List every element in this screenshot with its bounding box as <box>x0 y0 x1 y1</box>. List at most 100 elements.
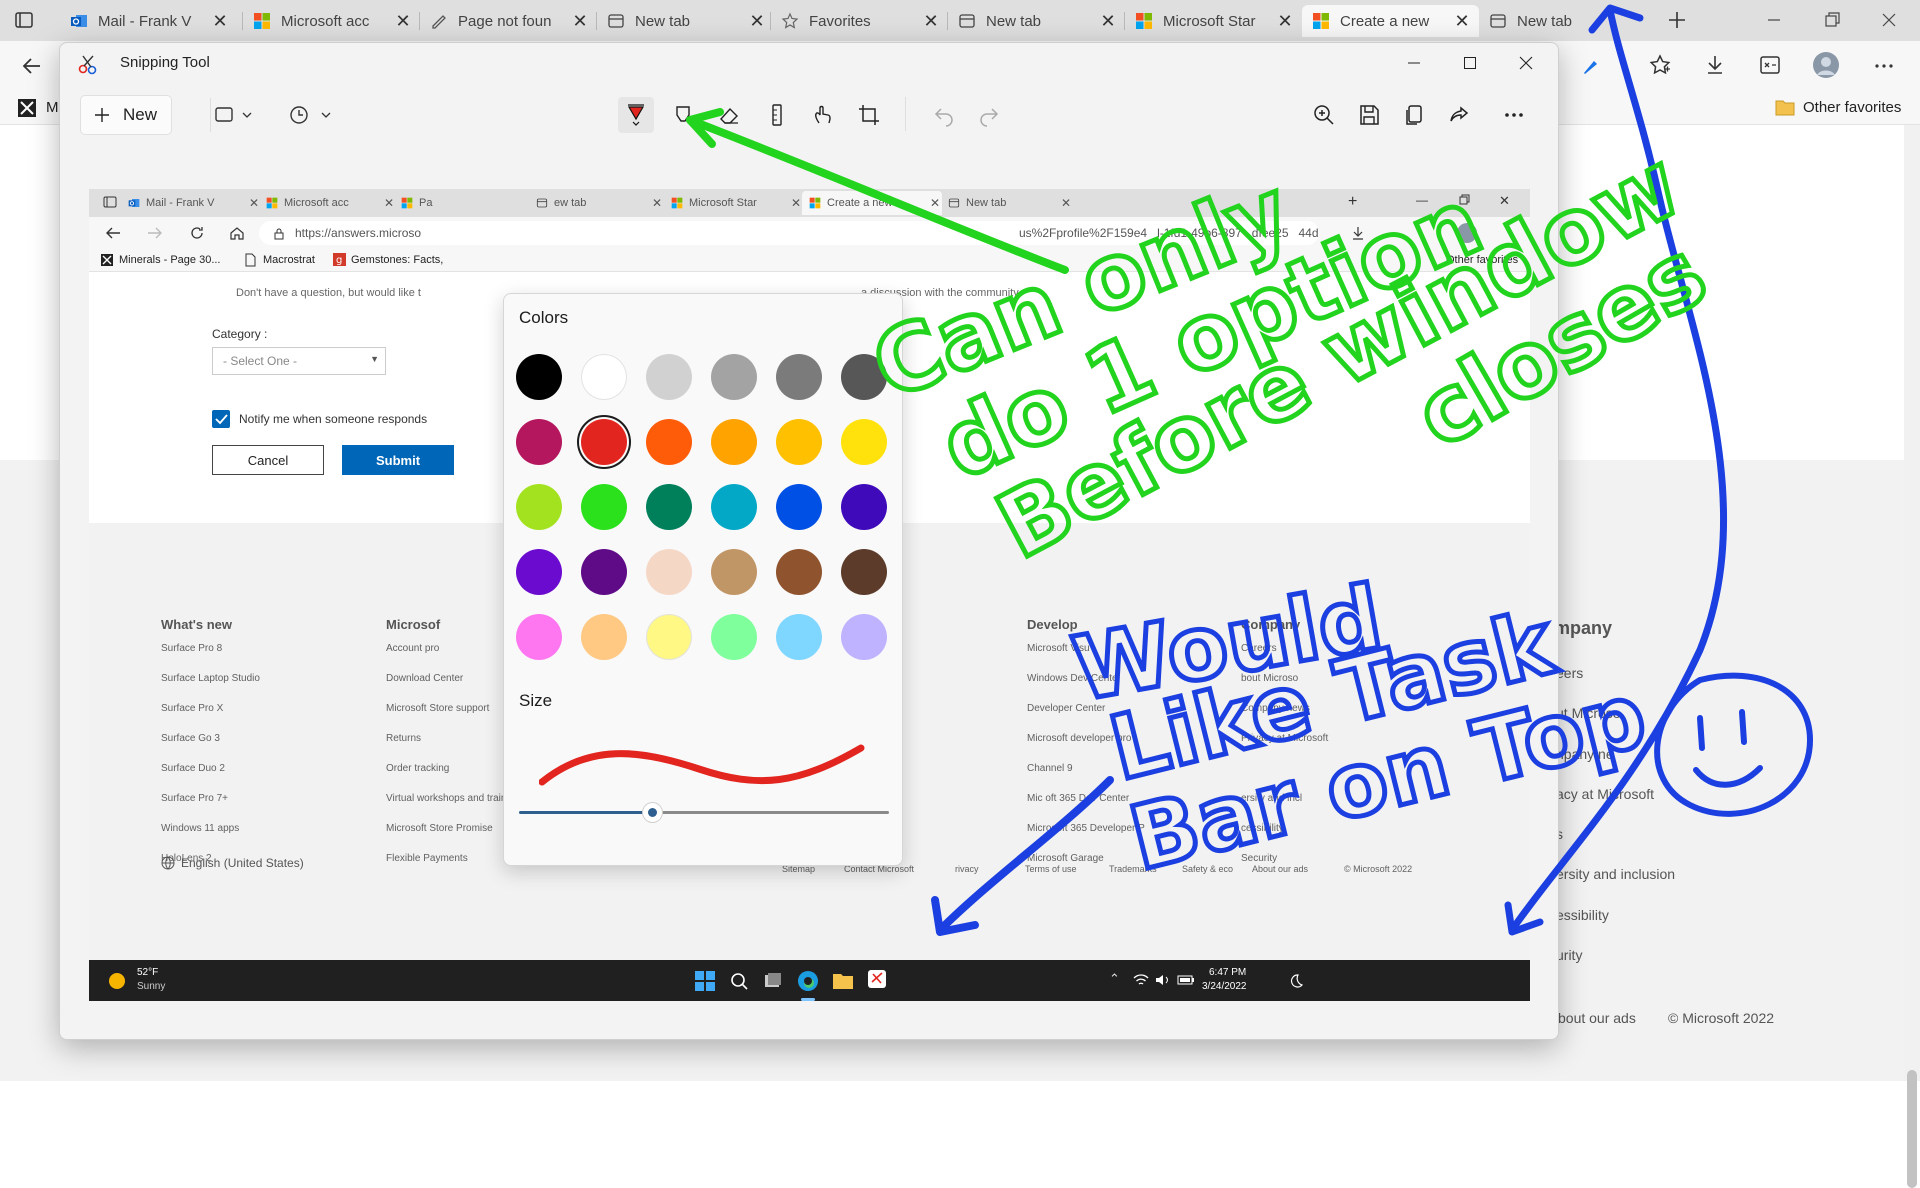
color-swatch[interactable] <box>581 354 627 400</box>
bg-footer-link[interactable]: npany ne <box>1556 746 1614 762</box>
bg-footer-link[interactable]: eers <box>1556 665 1583 681</box>
downloads-icon[interactable] <box>1703 53 1727 77</box>
bg-footer-link[interactable]: ut Microso <box>1556 705 1621 721</box>
browser-tab[interactable]: Mail - Frank V ✕ <box>60 5 237 37</box>
math-solver-icon[interactable] <box>1758 53 1782 77</box>
page-scrollbar[interactable] <box>1904 125 1920 1188</box>
color-swatch[interactable] <box>776 614 822 660</box>
color-swatch[interactable] <box>581 484 627 530</box>
browser-tab[interactable]: Create a new ✕ <box>1302 5 1479 37</box>
ballpoint-pen-tool[interactable] <box>618 97 654 133</box>
close-icon[interactable] <box>1880 11 1898 29</box>
color-swatch[interactable] <box>646 549 692 595</box>
browser-tab[interactable]: New tab ✕ <box>597 5 774 37</box>
crop-tool[interactable] <box>851 97 887 133</box>
browser-tab[interactable]: Favorites ✕ <box>771 5 948 37</box>
ruler-tool[interactable] <box>759 97 795 133</box>
delay-timer-dropdown[interactable] <box>286 97 336 133</box>
snip-canvas[interactable]: Mail - Frank V ✕ Microsoft acc ✕ Pa ew tab ✕ Mi… <box>60 147 1558 1039</box>
tab-close-icon[interactable]: ✕ <box>209 11 231 32</box>
newtab-icon <box>948 198 960 208</box>
profile-avatar[interactable] <box>1812 51 1840 79</box>
tab-close-icon[interactable]: ✕ <box>569 11 591 32</box>
color-swatch[interactable] <box>646 614 692 660</box>
more-options-button[interactable] <box>1496 97 1532 133</box>
eraser-tool[interactable] <box>711 97 747 133</box>
restore-icon[interactable] <box>1823 11 1841 29</box>
color-swatch[interactable] <box>841 354 887 400</box>
tab-close-icon[interactable]: ✕ <box>1451 11 1473 32</box>
touch-writing-tool[interactable] <box>805 97 841 133</box>
bg-footer-link[interactable]: acy at Microsoft <box>1556 786 1654 802</box>
minimize-icon[interactable] <box>1765 11 1783 29</box>
browser-tab[interactable]: Page not foun ✕ <box>420 5 597 37</box>
tab-close-icon[interactable]: ✕ <box>1274 11 1296 32</box>
color-swatch[interactable] <box>581 549 627 595</box>
tab-close-icon[interactable]: ✕ <box>392 11 414 32</box>
color-swatch[interactable] <box>516 549 562 595</box>
snip-mode-dropdown[interactable] <box>210 97 260 133</box>
browser-tab[interactable]: Microsoft Star ✕ <box>1125 5 1302 37</box>
snip-minimize-icon[interactable] <box>1386 43 1442 83</box>
snip-maximize-icon[interactable] <box>1442 43 1498 83</box>
volume-icon <box>1156 975 1168 985</box>
undo-button[interactable] <box>926 97 962 133</box>
microsoft-icon <box>671 197 683 209</box>
zoom-in-button[interactable] <box>1306 97 1342 133</box>
tab-close-icon[interactable]: ✕ <box>920 11 942 32</box>
color-swatch[interactable] <box>646 484 692 530</box>
color-swatch[interactable] <box>711 549 757 595</box>
color-swatch[interactable] <box>646 354 692 400</box>
size-slider-thumb[interactable] <box>643 803 663 822</box>
tab-separator <box>1124 12 1125 30</box>
tray-chevron-icon: ⌃ <box>1109 971 1120 986</box>
read-aloud-icon[interactable] <box>1580 53 1604 77</box>
color-swatch[interactable] <box>516 614 562 660</box>
bg-footer-link[interactable]: ersity and inclusion <box>1556 866 1675 882</box>
tab-close-icon[interactable]: ✕ <box>746 11 768 32</box>
highlighter-tool[interactable] <box>665 97 701 133</box>
share-button[interactable] <box>1441 97 1477 133</box>
color-swatch[interactable] <box>841 549 887 595</box>
back-arrow-icon[interactable] <box>20 54 44 78</box>
color-swatch[interactable] <box>841 484 887 530</box>
browser-tab[interactable]: Microsoft acc ✕ <box>243 5 420 37</box>
snip-close-icon[interactable] <box>1498 43 1554 83</box>
color-swatch[interactable] <box>581 614 627 660</box>
size-slider-track[interactable] <box>652 811 889 814</box>
color-swatch[interactable] <box>711 484 757 530</box>
minerals-favicon-icon[interactable] <box>18 99 36 117</box>
other-favorites-folder[interactable]: Other favorites <box>1775 98 1901 116</box>
new-tab-plus-icon[interactable] <box>1665 8 1689 32</box>
scrollbar-thumb[interactable] <box>1907 1070 1917 1188</box>
color-swatch[interactable] <box>646 419 692 465</box>
color-swatch[interactable] <box>516 354 562 400</box>
bg-about-ads[interactable]: bout our ads <box>1558 1010 1636 1026</box>
color-swatch[interactable] <box>776 484 822 530</box>
color-swatch[interactable] <box>776 354 822 400</box>
color-swatch[interactable] <box>516 419 562 465</box>
color-swatch[interactable] <box>711 354 757 400</box>
tab-close-icon[interactable]: ✕ <box>1097 11 1119 32</box>
favorite-first-label[interactable]: M <box>46 99 59 116</box>
browser-tab[interactable]: New tab <box>1479 5 1629 37</box>
file-explorer-icon <box>833 974 853 989</box>
browser-tab-label: New tab <box>986 12 1042 30</box>
redo-button[interactable] <box>971 97 1007 133</box>
color-swatch[interactable] <box>711 419 757 465</box>
color-swatch[interactable] <box>776 549 822 595</box>
color-swatch[interactable] <box>516 484 562 530</box>
bg-footer-link[interactable]: essibility <box>1556 907 1609 923</box>
tab-actions-icon[interactable] <box>14 10 34 30</box>
save-button[interactable] <box>1351 97 1387 133</box>
more-menu-icon[interactable] <box>1872 54 1896 78</box>
browser-tab[interactable]: New tab ✕ <box>948 5 1125 37</box>
color-swatch[interactable] <box>841 614 887 660</box>
color-swatch[interactable] <box>581 419 627 465</box>
copy-button[interactable] <box>1396 97 1432 133</box>
favorites-star-icon[interactable] <box>1648 53 1672 77</box>
color-swatch[interactable] <box>711 614 757 660</box>
color-swatch[interactable] <box>776 419 822 465</box>
bg-footer-link[interactable]: urity <box>1556 947 1582 963</box>
color-swatch[interactable] <box>841 419 887 465</box>
